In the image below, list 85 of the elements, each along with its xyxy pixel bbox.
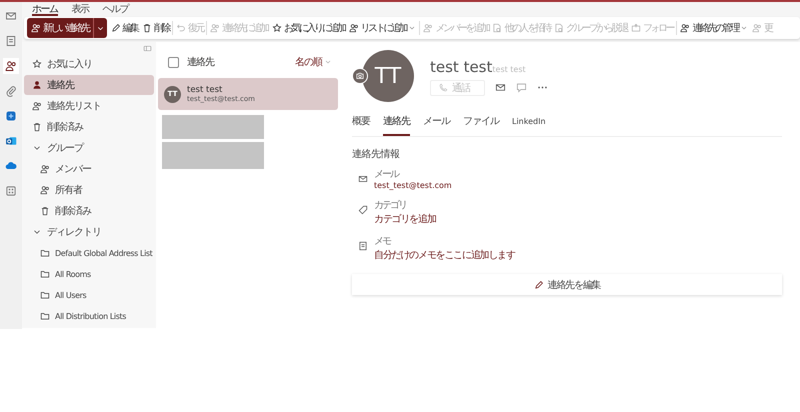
people-icon — [680, 23, 690, 33]
sidebar-item[interactable]: 削除済み — [24, 117, 154, 137]
sidebar-item[interactable]: 連絡先リスト — [24, 96, 154, 116]
document-icon — [492, 23, 502, 33]
pencil-icon — [534, 280, 544, 290]
contact-name: test test — [430, 58, 492, 76]
folder-icon — [40, 248, 50, 258]
mail-icon — [495, 82, 506, 93]
group-header[interactable]: グループ — [24, 138, 154, 158]
sort-dropdown[interactable]: 名の順 — [295, 55, 332, 69]
detail-tab[interactable]: 概要 — [352, 114, 370, 136]
folder-icon — [40, 311, 50, 321]
app-tile-icon — [5, 110, 17, 122]
dropdown-button[interactable] — [92, 18, 107, 38]
tag-icon — [358, 205, 368, 215]
people-icon — [348, 23, 359, 33]
pencil-icon — [110, 23, 121, 33]
mail-button[interactable] — [495, 82, 506, 93]
paperclip-icon — [5, 85, 17, 97]
field-label: メール — [374, 168, 400, 181]
sidebar-item[interactable]: メンバー — [24, 159, 154, 179]
camera-icon — [355, 71, 365, 81]
detail-tab[interactable]: 連絡先 — [383, 114, 410, 136]
document-icon — [554, 23, 564, 33]
apps-grid-icon — [5, 185, 17, 197]
chevron-down-icon — [408, 24, 416, 32]
sidebar-item[interactable]: お気に入り — [24, 54, 154, 74]
chat-icon — [516, 82, 527, 93]
camera-button[interactable] — [352, 68, 368, 84]
new-contact-button[interactable]: 新しい連絡先 — [27, 18, 93, 38]
phone-icon — [439, 83, 448, 92]
sidebar-item[interactable]: 連絡先 — [24, 75, 154, 95]
person-icon — [32, 80, 42, 90]
sidebar-item[interactable]: All Users — [24, 285, 154, 305]
trash-icon — [32, 122, 42, 132]
field-label: カテゴリ — [374, 199, 407, 212]
edit-contact-button[interactable]: 連絡先を編集 — [352, 274, 782, 295]
contact-name: test test — [187, 85, 224, 95]
field-link[interactable]: test_test@test.com — [374, 181, 452, 190]
chevron-down-icon — [324, 58, 332, 66]
mail-icon — [5, 10, 17, 22]
toolbar-button[interactable]: 編集 — [108, 18, 140, 38]
toolbar-button[interactable]: 連絡先の管理 — [678, 18, 750, 38]
toolbar-button[interactable]: お気に入りに追加 — [270, 18, 347, 38]
mail-icon — [358, 174, 368, 184]
collapse-pane-icon — [143, 44, 152, 53]
app-rail-button[interactable] — [3, 58, 19, 74]
people-icon — [40, 185, 50, 195]
detail-tab[interactable]: メール — [423, 114, 450, 136]
field-link[interactable]: カテゴリを追加 — [374, 212, 436, 226]
sidebar-item[interactable]: All Distribution Lists — [24, 306, 154, 326]
people-icon — [32, 101, 42, 111]
chevron-down-icon — [740, 24, 748, 32]
field-label: メモ — [374, 235, 392, 248]
section-title: 連絡先情報 — [352, 148, 400, 161]
people-icon — [40, 164, 50, 174]
menu-tab[interactable]: ヘルプ — [102, 2, 128, 16]
note-icon — [358, 241, 368, 251]
trash-icon — [40, 206, 50, 216]
chat-button[interactable] — [516, 82, 527, 93]
sidebar-item[interactable]: Default Global Address List — [24, 243, 154, 263]
group-header[interactable]: ディレクトリ — [24, 222, 154, 242]
folder-icon — [40, 290, 50, 300]
note-icon — [5, 35, 17, 47]
trash-icon — [142, 23, 152, 33]
detail-tab[interactable]: LinkedIn — [512, 114, 546, 136]
list-header: 連絡先 — [187, 56, 216, 69]
folder-icon — [40, 269, 50, 279]
field-link[interactable]: 自分だけのメモをここに追加します — [374, 248, 515, 262]
select-all-checkbox[interactable] — [168, 56, 179, 68]
star-icon — [32, 59, 42, 69]
cloud-icon — [5, 160, 17, 172]
sidebar-item[interactable]: 所有者 — [24, 180, 154, 200]
detail-tab[interactable]: ファイル — [463, 114, 499, 136]
undo-icon — [176, 23, 186, 33]
toolbar-button[interactable]: リストに追加 — [346, 18, 418, 38]
sidebar-item[interactable]: 削除済み — [24, 201, 154, 221]
people-icon — [5, 60, 17, 72]
menu-tab[interactable]: 表示 — [72, 2, 88, 16]
avatar: TT — [362, 50, 414, 102]
sidebar-item[interactable]: All Rooms — [24, 264, 154, 284]
toolbar-button[interactable]: 削除 — [140, 18, 172, 38]
follow-icon — [630, 23, 641, 33]
outlook-app-icon — [5, 135, 17, 147]
phonetic-name: test test — [492, 64, 526, 74]
